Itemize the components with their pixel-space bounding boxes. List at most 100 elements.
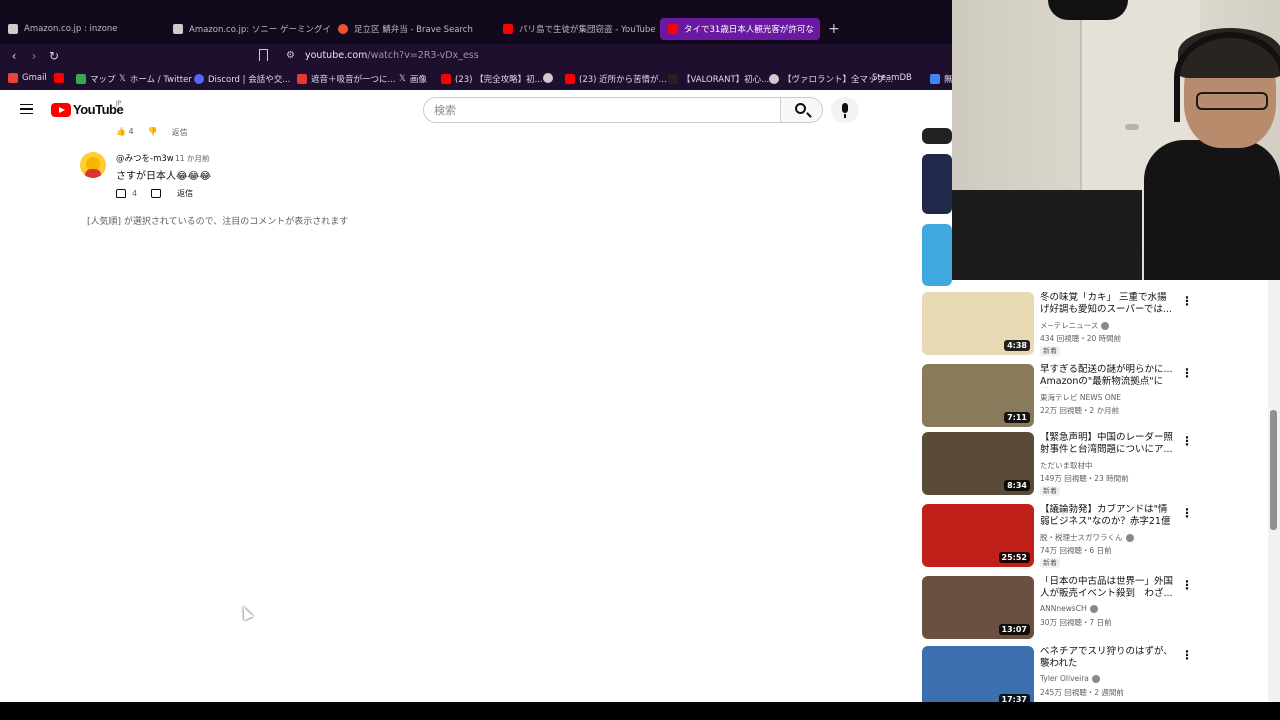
scrollbar-thumb[interactable]: [1270, 410, 1277, 530]
bookmark-youtube[interactable]: [54, 73, 64, 83]
more-options-icon[interactable]: ⋮: [1181, 578, 1193, 592]
video-title[interactable]: 「日本の中古品は世界一」外国人が販売イベント殺到 わざ...: [1040, 576, 1176, 600]
video-thumbnail[interactable]: 17:37: [922, 646, 1034, 702]
comment-time[interactable]: 11 か月前: [175, 153, 209, 164]
bookmark-images[interactable]: 𝕏 画像: [399, 73, 427, 85]
amazon-favicon-icon: [8, 24, 18, 34]
youtube-logo-icon[interactable]: [51, 103, 71, 117]
site-icon: [668, 74, 678, 84]
channel-name[interactable]: 脱・税理士スガワラくん: [1040, 532, 1134, 543]
bookmark-label: Discord | 会話や交...: [208, 75, 291, 85]
like-icon[interactable]: [116, 189, 126, 198]
tab-youtube-thai-active[interactable]: タイで31歳日本人観光客が許可な ×: [660, 18, 820, 40]
recommendation-item[interactable]: 13:07 「日本の中古品は世界一」外国人が販売イベント殺到 わざ... ANN…: [922, 576, 1222, 642]
bookmark-icon[interactable]: [259, 49, 268, 61]
video-title[interactable]: 早すぎる配送の謎が明らかに... Amazonの"最新物流拠点"に潜...: [1040, 364, 1176, 388]
recommendation-item[interactable]: 8:34 【緊急声明】中国のレーダー照射事件と台湾問題についにア... ただいま…: [922, 432, 1222, 498]
tab-brave-search[interactable]: 足立区 鯖弁当 - Brave Search: [330, 18, 495, 40]
thumbnail-partial[interactable]: [922, 154, 952, 214]
comment-author[interactable]: @みつを-m3w: [116, 152, 174, 164]
recommendation-item[interactable]: 7:11 早すぎる配送の謎が明らかに... Amazonの"最新物流拠点"に潜.…: [922, 364, 1222, 430]
video-thumbnail[interactable]: 8:34: [922, 432, 1034, 495]
bookmark-youtube-guide[interactable]: (23) 【完全攻略】初...: [441, 73, 543, 85]
channel-name[interactable]: 東海テレビ NEWS ONE: [1040, 392, 1121, 403]
voice-search-icon[interactable]: [831, 97, 859, 123]
channel-name[interactable]: ただいま取材中: [1040, 460, 1093, 471]
bookmark-label: (23) 【完全攻略】初...: [455, 75, 543, 85]
forward-arrow-icon[interactable]: ›: [24, 49, 44, 63]
avatar[interactable]: [80, 152, 106, 178]
youtube-favicon-icon: [668, 24, 678, 34]
more-options-icon[interactable]: ⋮: [1181, 506, 1193, 520]
amazon-favicon-icon: [173, 24, 183, 34]
thumbnail-partial[interactable]: [922, 224, 952, 286]
like-icon[interactable]: 👍 4: [116, 127, 134, 138]
bookmark-valorant[interactable]: 【VALORANT】初心...: [668, 73, 769, 85]
more-options-icon[interactable]: ⋮: [1181, 434, 1193, 448]
recommendation-item[interactable]: 4:38 冬の味覚「カキ」 三重で水揚げ好調も愛知のスーパーでは... メ~テレ…: [922, 292, 1222, 358]
search-placeholder: 検索: [434, 104, 456, 117]
reload-icon[interactable]: ↻: [44, 49, 64, 63]
microphone-icon: [1048, 0, 1128, 20]
discord-icon: [194, 74, 204, 84]
search-input[interactable]: 検索: [423, 97, 781, 123]
channel-label: ただいま取材中: [1040, 461, 1093, 470]
more-options-icon[interactable]: ⋮: [1181, 366, 1193, 380]
channel-name[interactable]: メ~テレニュース: [1040, 320, 1110, 331]
recommendation-item[interactable]: 17:37 ベネチアでスリ狩りのはずが、襲われた Tyler Oliveira …: [922, 646, 1222, 702]
site-icon: [297, 74, 307, 84]
video-thumbnail[interactable]: 13:07: [922, 576, 1034, 639]
dislike-icon[interactable]: [151, 189, 162, 198]
verified-icon: [1091, 674, 1100, 683]
bookmark-soundproof[interactable]: 遮音＋吸音が一つに...: [297, 73, 396, 85]
taskbar: [0, 702, 1280, 720]
video-meta: 149万 回視聴・23 時間前: [1040, 474, 1129, 483]
menu-icon[interactable]: [20, 104, 33, 114]
new-tab-button[interactable]: +: [828, 21, 840, 37]
bookmark-maps[interactable]: マップ: [76, 73, 116, 85]
url-field[interactable]: youtube.com/watch?v=2R3-vDx_ess: [305, 50, 479, 61]
video-duration: 8:34: [1004, 480, 1030, 491]
video-thumbnail[interactable]: 4:38: [922, 292, 1034, 355]
globe-icon: [543, 73, 553, 83]
bookmark-more[interactable]: 無: [930, 73, 953, 85]
windows-icon: [930, 74, 940, 84]
search-button[interactable]: [781, 97, 823, 123]
bookmark-discord[interactable]: Discord | 会話や交...: [194, 73, 290, 85]
bookmark-globe[interactable]: [543, 73, 553, 83]
bookmark-gmail[interactable]: Gmail: [8, 73, 47, 83]
video-title[interactable]: 【議論勃発】カブアンドは"情弱ビジネス"なのか？赤字21億円...: [1040, 504, 1176, 528]
video-duration: 17:37: [998, 694, 1030, 702]
site-info-icon[interactable]: ⚙: [286, 50, 295, 61]
more-options-icon[interactable]: ⋮: [1181, 294, 1193, 308]
tab-label: Amazon.co.jp : inzone: [24, 24, 118, 34]
recommendation-item[interactable]: 25:52 【議論勃発】カブアンドは"情弱ビジネス"なのか？赤字21億円... …: [922, 504, 1222, 570]
reply-button[interactable]: 返信: [172, 127, 188, 138]
webcam-door-handle: [1125, 124, 1139, 130]
like-count: 4: [128, 127, 134, 136]
channel-name[interactable]: ANNnewsCH: [1040, 604, 1098, 613]
webcam-desk: [952, 190, 1142, 280]
browser-tab-bar: Amazon.co.jp : inzone Amazon.co.jp: ソニー …: [0, 0, 952, 44]
thumbnail-partial[interactable]: [922, 128, 952, 144]
video-title[interactable]: 冬の味覚「カキ」 三重で水揚げ好調も愛知のスーパーでは...: [1040, 292, 1176, 316]
video-thumbnail[interactable]: 7:11: [922, 364, 1034, 427]
bookmark-twitter[interactable]: 𝕏 ホーム / Twitter: [119, 73, 192, 85]
tab-amazon-inzone[interactable]: Amazon.co.jp : inzone: [0, 18, 165, 40]
channel-name[interactable]: Tyler Oliveira: [1040, 674, 1100, 683]
bookmark-youtube-complaint[interactable]: (23) 近所から苦情が...: [565, 73, 667, 85]
tab-amazon-sony[interactable]: Amazon.co.jp: ソニー ゲーミングイヤホン I: [165, 18, 330, 40]
bookmark-steamdb[interactable]: SteamDB: [872, 73, 912, 83]
back-arrow-icon[interactable]: ‹: [4, 49, 24, 63]
comment: @みつを-m3w 11 か月前 さすが日本人😂😂😂 4 返信: [80, 152, 480, 212]
reply-button[interactable]: 返信: [177, 188, 193, 199]
dislike-icon[interactable]: 👎: [148, 127, 158, 138]
tab-youtube-bali[interactable]: パリ島で生徒が集団窃盗 - YouTube: [495, 18, 660, 40]
video-thumbnail[interactable]: 25:52: [922, 504, 1034, 567]
youtube-icon: [54, 73, 64, 83]
comment-text: さすが日本人😂😂😂: [116, 171, 212, 182]
more-options-icon[interactable]: ⋮: [1181, 648, 1193, 662]
video-title[interactable]: 【緊急声明】中国のレーダー照射事件と台湾問題についにア...: [1040, 432, 1176, 456]
video-meta: 22万 回視聴・2 か月前: [1040, 406, 1120, 415]
video-title[interactable]: ベネチアでスリ狩りのはずが、襲われた: [1040, 646, 1176, 670]
